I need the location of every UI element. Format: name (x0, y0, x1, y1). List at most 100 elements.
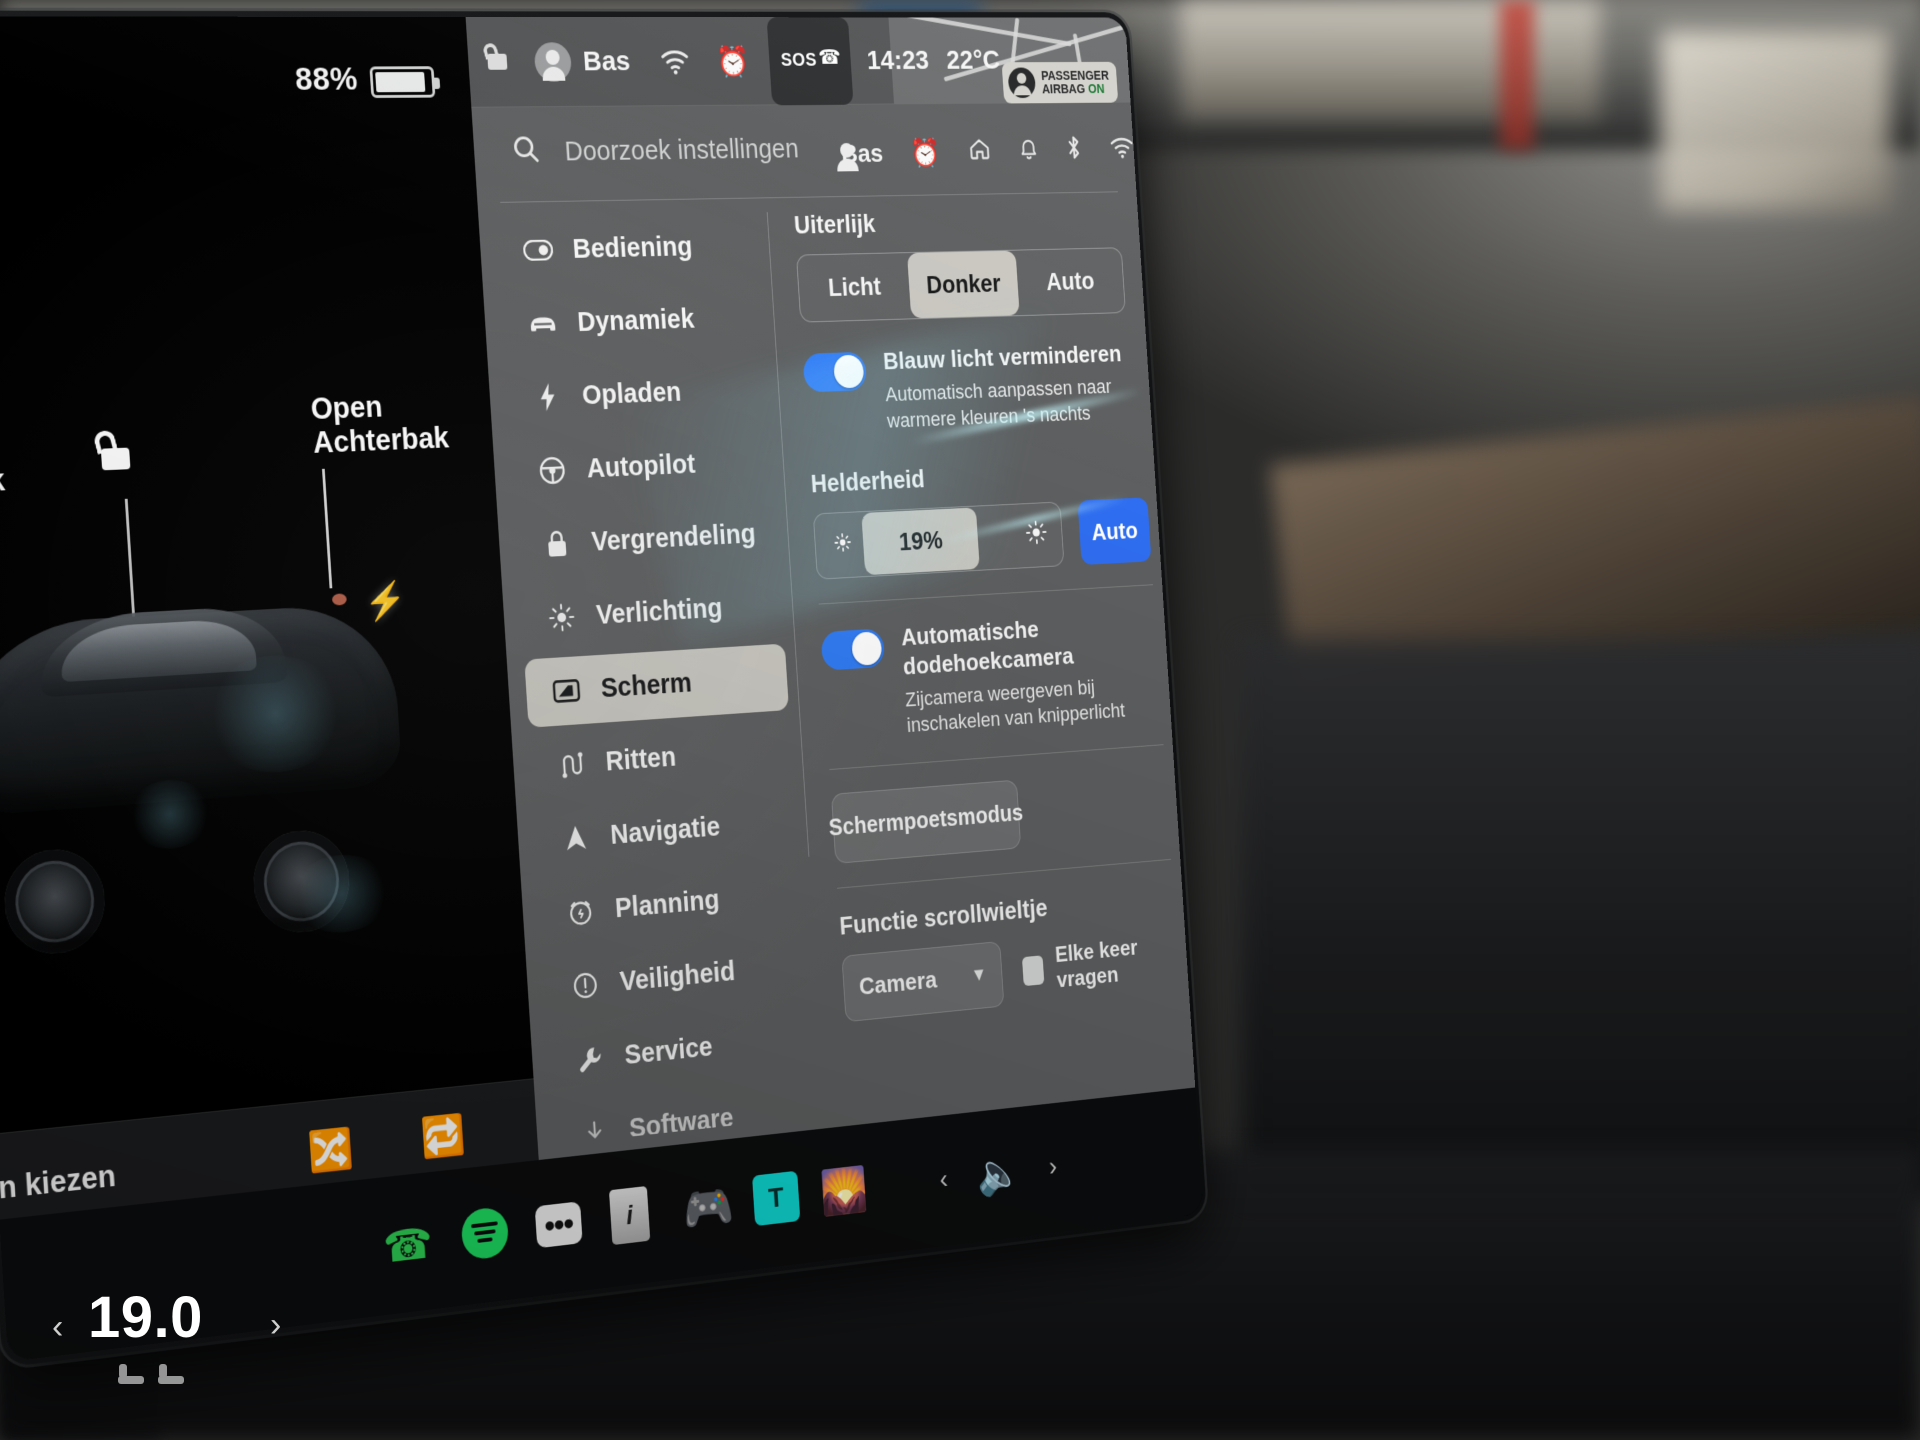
clock-time: 14:23 (865, 44, 930, 76)
brightness-fill: 19% (861, 507, 980, 576)
scroll-wheel-select[interactable]: Camera ▼ (841, 941, 1005, 1023)
bluetooth-icon[interactable] (1064, 134, 1083, 168)
chevron-right-icon[interactable]: › (1048, 1151, 1058, 1183)
seat-heater-icon[interactable] (118, 1364, 144, 1384)
sidebar-label: Autopilot (585, 449, 697, 484)
alarm-clock-icon[interactable]: ⏰ (713, 17, 752, 106)
volume-icon[interactable]: 🔈 (975, 1147, 1022, 1199)
repeat-icon[interactable]: 🔁 (419, 1111, 466, 1161)
sidebar-label: Software (628, 1102, 735, 1144)
ask-every-time-checkbox-row[interactable]: Elke keer vragen (1021, 932, 1179, 997)
appearance-segmented-control[interactable]: Licht Donker Auto (796, 247, 1126, 323)
settings-overlay: Bas ⏰ SOS ☎ 14:23 22°C PASSENGER AIRBAG … (465, 16, 1196, 1164)
phone-icon[interactable]: ☎ (382, 1218, 434, 1273)
seat-heater-row (118, 1364, 184, 1384)
appearance-option-donker[interactable]: Donker (907, 250, 1020, 319)
brightness-slider[interactable]: 19% (812, 501, 1065, 581)
screen-clean-mode-button[interactable]: Schermpoetsmodus (828, 779, 1024, 864)
airbag-person-icon (1007, 67, 1037, 99)
sidebar-label: Bediening (571, 231, 694, 265)
section-divider (837, 858, 1172, 889)
rear-trunk-label-line1: Open (309, 389, 384, 426)
news-icon[interactable]: i (608, 1185, 651, 1246)
toggle-knob (833, 354, 865, 389)
brightness-auto-button[interactable]: Auto (1077, 497, 1152, 566)
sidebar-label: Planning (614, 884, 721, 924)
alarm-clock-icon[interactable]: ⏰ (909, 137, 941, 169)
sos-button[interactable]: SOS ☎ (766, 16, 854, 105)
front-trunk-callout[interactable]: bak (0, 462, 6, 499)
blue-light-title: Blauw licht verminderen (882, 339, 1123, 375)
media-source-label[interactable]: ron kiezen (0, 1158, 117, 1210)
status-profile-name[interactable]: Bas (580, 17, 633, 107)
passenger-airbag-indicator: PASSENGER AIRBAG ON (1001, 61, 1119, 104)
tesla-touchscreen: 88% Open Achterbak bak ⚡ ron kiezen 🔀 🔁 … (0, 16, 1204, 1362)
rear-trunk-callout[interactable]: Open Achterbak (309, 387, 450, 589)
blue-light-toggle[interactable] (802, 351, 868, 393)
lock-shackle (481, 41, 500, 60)
wifi-icon[interactable] (1108, 135, 1136, 166)
search-icon (510, 132, 542, 173)
sidebar-item-dynamiek[interactable]: Dynamiek (501, 284, 766, 359)
scroll-wheel-section: Functie scrollwieltje Camera ▼ Elke keer… (839, 883, 1180, 1023)
joystick-icon[interactable]: 🎮 (681, 1178, 735, 1237)
sidebar-item-bediening[interactable]: Bediening (496, 212, 761, 285)
lock-body (100, 447, 131, 471)
more-dots-icon[interactable]: ••• (534, 1201, 583, 1249)
navigation-arrow-icon (556, 823, 596, 854)
sidebar-item-opladen[interactable]: Opladen (505, 356, 770, 433)
blind-spot-title: Automatische dodehoekcamera (900, 615, 1075, 680)
battery-icon (369, 66, 436, 98)
appearance-option-licht[interactable]: Licht (797, 253, 912, 322)
settings-sidebar: Bediening Dynamiek Opladen Autopilot Ver… (496, 212, 815, 1145)
blind-spot-toggle[interactable] (820, 628, 886, 672)
car-battery-status: 88% (0, 16, 473, 135)
blind-spot-row: Automatische dodehoekcamera Zijcamera we… (820, 609, 1162, 746)
section-divider (829, 744, 1164, 770)
spotify-icon[interactable] (460, 1205, 510, 1261)
search-input[interactable] (563, 133, 868, 168)
shuffle-icon[interactable]: 🔀 (306, 1125, 354, 1175)
sidebar-label: Scherm (600, 667, 693, 704)
battery-percent-label: 88% (294, 60, 359, 98)
unlock-icon[interactable] (481, 17, 510, 108)
brightness-row: 19% Auto (812, 497, 1152, 581)
home-icon[interactable] (967, 136, 993, 169)
sidebar-item-scherm[interactable]: Scherm (524, 643, 790, 728)
chevron-right-icon[interactable]: › (270, 1306, 281, 1345)
sidebar-item-autopilot[interactable]: Autopilot (510, 428, 775, 507)
sos-label: SOS (780, 50, 818, 71)
sidebar-label: Vergrendeling (590, 518, 757, 557)
brightness-icon (542, 601, 582, 633)
seat-heater-icon[interactable] (158, 1364, 184, 1384)
bell-icon[interactable] (1017, 135, 1040, 168)
chevron-left-icon[interactable]: ‹ (52, 1308, 63, 1347)
sidebar-item-verlichting[interactable]: Verlichting (520, 572, 785, 654)
blind-spot-subtitle: Zijcamera weergeven bij inschakelen van … (904, 675, 1126, 737)
scroll-wheel-selected-value: Camera (858, 965, 938, 1001)
lightning-bolt-icon (528, 381, 568, 413)
photos-icon[interactable]: 🌄 (819, 1163, 869, 1219)
appearance-option-auto[interactable]: Auto (1015, 248, 1125, 315)
schedule-clock-icon (561, 896, 601, 928)
airbag-line2: AIRBAG (1041, 81, 1086, 97)
chevron-down-icon: ▼ (970, 964, 988, 987)
sidebar-label: Ritten (604, 741, 677, 777)
outside-temperature[interactable]: 22°C (944, 17, 1003, 104)
section-divider (818, 584, 1154, 605)
dock-volume-controls: ‹ 🔈 › (938, 1143, 1058, 1204)
toggle-switch-icon (518, 239, 558, 261)
sidebar-item-vergrendeling[interactable]: Vergrendeling (515, 500, 780, 580)
rear-trunk-label-line2: Achterbak (311, 421, 450, 460)
sidebar-item-ritten[interactable]: Ritten (529, 716, 794, 802)
avatar[interactable] (533, 41, 573, 82)
ask-every-time-checkbox[interactable] (1021, 955, 1045, 987)
unlock-icon[interactable] (92, 428, 136, 471)
chevron-left-icon[interactable]: ‹ (939, 1164, 949, 1196)
wifi-icon[interactable] (656, 17, 694, 106)
sidebar-label: Dynamiek (576, 303, 696, 338)
tidal-icon[interactable]: T (752, 1170, 801, 1227)
climate-temperature[interactable]: 19.0 (88, 1284, 203, 1351)
touchscreen-assembly: 88% Open Achterbak bak ⚡ ron kiezen 🔀 🔁 … (0, 0, 1920, 1440)
climate-control-bar: ‹ 19.0 › (30, 1268, 390, 1408)
